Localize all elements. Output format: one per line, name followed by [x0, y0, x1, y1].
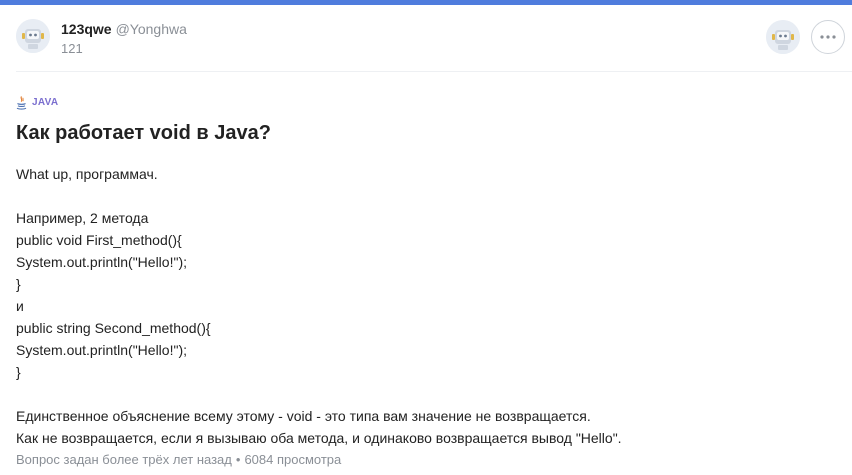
more-options-button[interactable] [811, 20, 845, 54]
meta-separator: • [235, 452, 241, 467]
robot-avatar-icon [16, 19, 50, 53]
question-body-line: System.out.println("Hello!"); [16, 254, 187, 270]
question-body-line: public void First_method(){ [16, 232, 182, 248]
author-line: 123qwe @Yonghwa [61, 20, 187, 38]
question-body-line: } [16, 364, 21, 380]
robot-avatar-icon [766, 20, 800, 54]
question-meta: Вопрос задан более трёх лет назад • 6084 п… [16, 451, 341, 469]
question-body-line: и [16, 298, 24, 314]
more-options-icon [820, 35, 836, 39]
question-body-line: Как не возвращается, если я вызываю оба … [16, 430, 622, 446]
question-body-line: What up, программач. [16, 166, 158, 182]
author-avatar[interactable] [16, 19, 50, 53]
question-body-line [16, 185, 836, 207]
tag-java[interactable]: JAVA [16, 96, 58, 110]
header-divider [16, 71, 852, 72]
header-controls [766, 20, 845, 54]
asked-time: Вопрос задан более трёх лет назад [16, 452, 232, 467]
tag-label: JAVA [32, 97, 59, 108]
author-score: 121 [61, 41, 83, 56]
question-body-line [16, 383, 836, 405]
author-handle[interactable]: @Yonghwa [116, 21, 187, 37]
question-author: 123qwe @Yonghwa 121 [16, 19, 187, 58]
question-title: Как работает void в Java? [16, 122, 271, 144]
view-count: 6084 просмотра [244, 452, 342, 467]
question-body: What up, программач. Например, 2 метода pu… [16, 163, 836, 449]
top-accent-bar [0, 0, 852, 5]
author-meta: 123qwe @Yonghwa 121 [61, 20, 187, 58]
author-name[interactable]: 123qwe [61, 21, 112, 37]
question-body-line: Например, 2 метода [16, 210, 149, 226]
java-icon [16, 96, 27, 110]
current-user-avatar[interactable] [766, 20, 800, 54]
question-body-line: } [16, 276, 21, 292]
question-body-line: System.out.println("Hello!"); [16, 342, 187, 358]
question-body-line: Единственное объяснение всему этому - vo… [16, 408, 591, 424]
question-body-line: public string Second_method(){ [16, 320, 211, 336]
